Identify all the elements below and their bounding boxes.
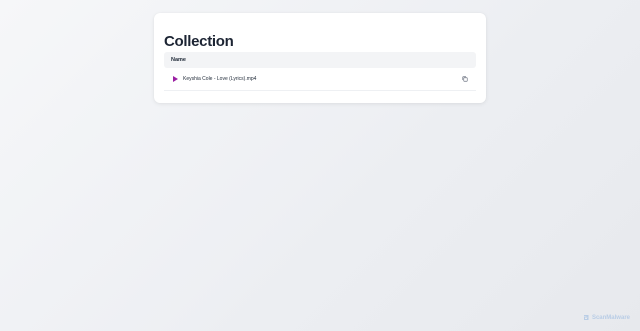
watermark-text: ScanMalware	[591, 314, 630, 321]
table-header: Name	[164, 52, 476, 68]
collection-card: Collection Name Keyshia Cole - Love (Lyr…	[154, 13, 486, 103]
copy-icon[interactable]	[462, 76, 468, 82]
play-icon[interactable]	[173, 76, 178, 82]
page-title: Collection	[164, 33, 234, 50]
watermark: ScanMalware	[583, 314, 630, 321]
scanmalware-logo-icon	[583, 314, 590, 321]
column-header-name: Name	[171, 57, 186, 63]
table-row[interactable]: Keyshia Cole - Love (Lyrics).mp4	[164, 68, 476, 91]
file-name-link[interactable]: Keyshia Cole - Love (Lyrics).mp4	[183, 76, 256, 82]
file-table: Name Keyshia Cole - Love (Lyrics).mp4	[164, 52, 476, 91]
